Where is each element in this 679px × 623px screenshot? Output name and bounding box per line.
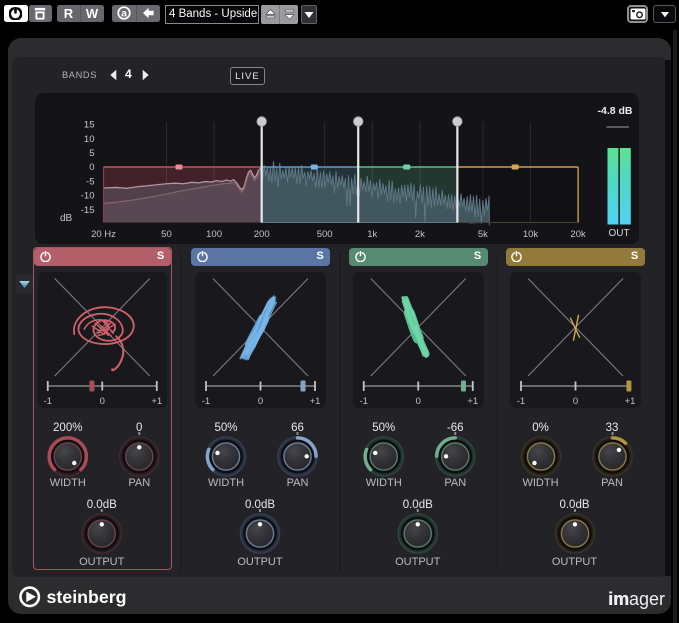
svg-text:-4.8 dB: -4.8 dB (597, 105, 632, 117)
svg-text:2k: 2k (414, 229, 424, 240)
svg-text:-10: -10 (80, 191, 94, 202)
svg-text:0: 0 (258, 396, 263, 407)
svg-text:20 Hz: 20 Hz (91, 229, 116, 240)
svg-text:5k: 5k (477, 229, 487, 240)
svg-text:5: 5 (89, 148, 94, 159)
svg-text:-5: -5 (86, 176, 94, 187)
svg-text:200: 200 (253, 229, 269, 240)
svg-text:500: 500 (316, 229, 332, 240)
svg-text:10: 10 (83, 134, 94, 145)
svg-text:100: 100 (206, 229, 222, 240)
svg-text:+1: +1 (310, 396, 321, 407)
svg-text:-1: -1 (360, 396, 368, 407)
svg-text:0: 0 (572, 396, 577, 407)
svg-text:1k: 1k (367, 229, 377, 240)
svg-text:dB: dB (59, 213, 72, 224)
svg-text:OUT: OUT (608, 228, 629, 239)
svg-text:-1: -1 (202, 396, 210, 407)
svg-text:-15: -15 (80, 205, 94, 216)
svg-text:+1: +1 (624, 396, 635, 407)
svg-text:a: a (121, 8, 127, 20)
svg-text:15: 15 (83, 120, 94, 131)
svg-text:50: 50 (161, 229, 172, 240)
svg-text:0: 0 (89, 162, 94, 173)
svg-text:-1: -1 (516, 396, 524, 407)
svg-text:+1: +1 (467, 396, 478, 407)
svg-text:0: 0 (416, 396, 421, 407)
svg-text:20k: 20k (570, 229, 586, 240)
svg-text:10k: 10k (522, 229, 538, 240)
